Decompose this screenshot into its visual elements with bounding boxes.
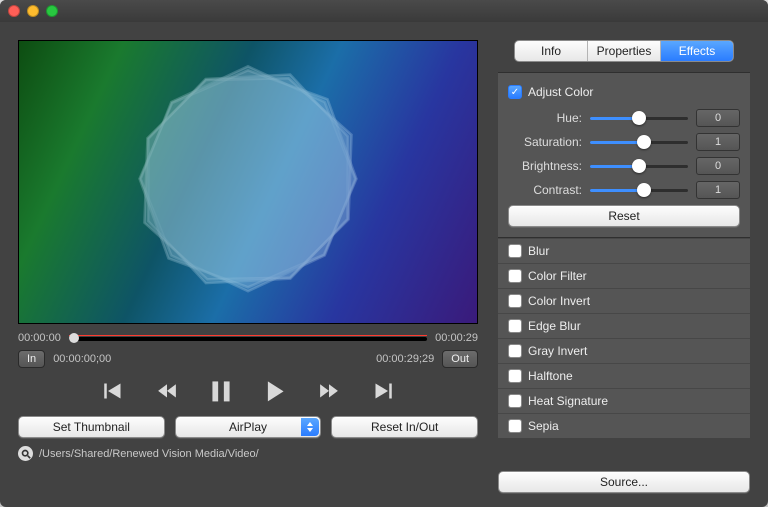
slider-thumb[interactable] bbox=[632, 111, 646, 125]
slider-value[interactable]: 0 bbox=[696, 157, 740, 175]
effect-checkbox[interactable] bbox=[508, 269, 522, 283]
video-preview[interactable] bbox=[18, 40, 478, 324]
reveal-icon[interactable] bbox=[18, 446, 33, 461]
skip-start-icon[interactable] bbox=[103, 382, 123, 400]
in-timecode: 00:00:00;00 bbox=[53, 353, 111, 365]
effect-label: Color Filter bbox=[528, 269, 587, 283]
set-thumbnail-button[interactable]: Set Thumbnail bbox=[18, 416, 165, 438]
inspector-tabs: Info Properties Effects bbox=[514, 40, 734, 62]
effect-row[interactable]: Heat Signature bbox=[498, 388, 750, 413]
slider[interactable] bbox=[590, 159, 688, 173]
play-icon[interactable] bbox=[265, 382, 285, 400]
popup-arrows-icon bbox=[301, 418, 319, 436]
scrubber[interactable] bbox=[69, 333, 427, 343]
airplay-label: AirPlay bbox=[229, 420, 267, 434]
slider-value[interactable]: 1 bbox=[696, 181, 740, 199]
slider[interactable] bbox=[590, 111, 688, 125]
tab-info[interactable]: Info bbox=[515, 41, 588, 61]
slider-value[interactable]: 1 bbox=[696, 133, 740, 151]
effect-row[interactable]: Gray Invert bbox=[498, 338, 750, 363]
file-path: /Users/Shared/Renewed Vision Media/Video… bbox=[39, 448, 259, 460]
slider-label: Contrast: bbox=[508, 183, 582, 197]
reset-button[interactable]: Reset bbox=[508, 205, 740, 227]
skip-end-icon[interactable] bbox=[373, 382, 393, 400]
effect-checkbox[interactable] bbox=[508, 344, 522, 358]
source-button[interactable]: Source... bbox=[498, 471, 750, 493]
slider-row: Brightness: 0 bbox=[508, 157, 740, 175]
effect-row[interactable]: Halftone bbox=[498, 363, 750, 388]
close-icon[interactable] bbox=[8, 5, 20, 17]
scrubber-thumb[interactable] bbox=[69, 333, 79, 343]
slider-value[interactable]: 0 bbox=[696, 109, 740, 127]
inspector-panel: Info Properties Effects ✓ Adjust Color H… bbox=[490, 22, 768, 507]
out-timecode: 00:00:29;29 bbox=[376, 353, 434, 365]
effect-checkbox[interactable] bbox=[508, 294, 522, 308]
slider-label: Brightness: bbox=[508, 159, 582, 173]
effect-checkbox[interactable] bbox=[508, 369, 522, 383]
effect-label: Gray Invert bbox=[528, 344, 587, 358]
adjust-color-label: Adjust Color bbox=[528, 85, 593, 99]
effect-row[interactable]: Sepia bbox=[498, 413, 750, 438]
slider-thumb[interactable] bbox=[632, 159, 646, 173]
window: 00:00:00 00:00:29 In 00:00:00;00 00:00:2… bbox=[0, 0, 768, 507]
effect-row[interactable]: Edge Blur bbox=[498, 313, 750, 338]
effect-row[interactable]: Color Invert bbox=[498, 288, 750, 313]
rewind-icon[interactable] bbox=[157, 382, 177, 400]
out-button[interactable]: Out bbox=[442, 350, 478, 368]
slider-row: Contrast: 1 bbox=[508, 181, 740, 199]
effect-label: Heat Signature bbox=[528, 394, 608, 408]
zoom-icon[interactable] bbox=[46, 5, 58, 17]
slider-row: Hue: 0 bbox=[508, 109, 740, 127]
airplay-popup[interactable]: AirPlay bbox=[175, 416, 322, 438]
slider[interactable] bbox=[590, 183, 688, 197]
effect-checkbox[interactable] bbox=[508, 394, 522, 408]
effect-label: Blur bbox=[528, 244, 549, 258]
titlebar[interactable] bbox=[0, 0, 768, 22]
effect-checkbox[interactable] bbox=[508, 244, 522, 258]
time-start: 00:00:00 bbox=[18, 332, 61, 344]
minimize-icon[interactable] bbox=[27, 5, 39, 17]
slider-thumb[interactable] bbox=[637, 135, 651, 149]
effect-checkbox[interactable] bbox=[508, 319, 522, 333]
transport-controls bbox=[18, 382, 478, 400]
effect-label: Halftone bbox=[528, 369, 573, 383]
time-end: 00:00:29 bbox=[435, 332, 478, 344]
effect-row[interactable]: Color Filter bbox=[498, 263, 750, 288]
slider-thumb[interactable] bbox=[637, 183, 651, 197]
effect-row[interactable]: Blur bbox=[498, 238, 750, 263]
adjust-color-check-row[interactable]: ✓ Adjust Color bbox=[508, 81, 740, 103]
effect-label: Edge Blur bbox=[528, 319, 581, 333]
tab-effects[interactable]: Effects bbox=[661, 41, 733, 61]
adjust-color-checkbox[interactable]: ✓ bbox=[508, 85, 522, 99]
effects-list: Blur Color Filter Color Invert Edge Blur Gra… bbox=[498, 238, 750, 438]
preview-artwork bbox=[87, 51, 409, 307]
fast-forward-icon[interactable] bbox=[319, 382, 339, 400]
slider-label: Saturation: bbox=[508, 135, 582, 149]
adjust-color-panel: ✓ Adjust Color Hue: 0 Saturation: 1 Brightne… bbox=[498, 72, 750, 238]
slider-label: Hue: bbox=[508, 111, 582, 125]
slider-row: Saturation: 1 bbox=[508, 133, 740, 151]
video-panel: 00:00:00 00:00:29 In 00:00:00;00 00:00:2… bbox=[0, 22, 490, 507]
effect-checkbox[interactable] bbox=[508, 419, 522, 433]
effect-label: Sepia bbox=[528, 419, 559, 433]
effect-label: Color Invert bbox=[528, 294, 590, 308]
reset-inout-button[interactable]: Reset In/Out bbox=[331, 416, 478, 438]
tab-properties[interactable]: Properties bbox=[588, 41, 661, 61]
in-button[interactable]: In bbox=[18, 350, 45, 368]
slider[interactable] bbox=[590, 135, 688, 149]
pause-icon[interactable] bbox=[211, 382, 231, 400]
